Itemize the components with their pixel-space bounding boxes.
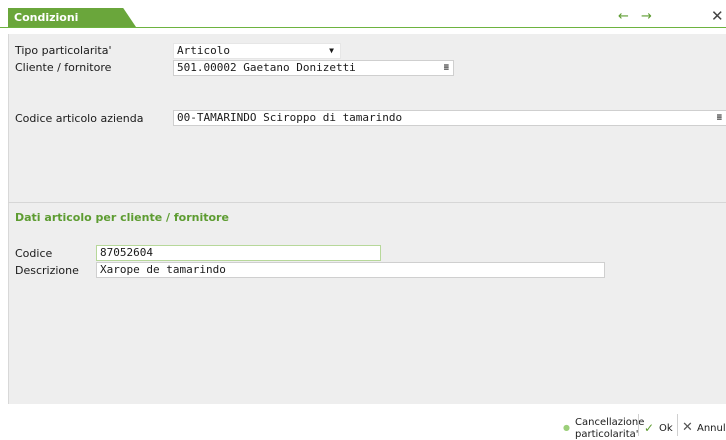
tipo-value: Articolo <box>177 44 230 57</box>
descrizione-value: Xarope de tamarindo <box>100 263 226 276</box>
check-icon: ✓ <box>644 421 655 435</box>
cancellazione-button[interactable]: ● Cancellazione particolarita' <box>560 404 644 440</box>
cliente-field[interactable]: 501.00002 Gaetano Donizetti ≡ <box>173 60 454 76</box>
descrizione-label: Descrizione <box>15 264 79 277</box>
codice-articolo-label: Codice articolo azienda <box>15 112 144 125</box>
tipo-label: Tipo particolarita' <box>15 44 112 57</box>
annulla-button[interactable]: ✕ Annull <box>682 404 726 436</box>
nav-arrows-icon[interactable]: ← → <box>618 9 656 24</box>
footer-toolbar: ● Cancellazione particolarita' ✓ Ok ✕ An… <box>0 404 726 440</box>
annulla-label: Annull <box>697 423 726 434</box>
cancel-line1: Cancellazione <box>575 417 645 428</box>
cancel-line2: particolarita' <box>575 429 639 440</box>
ok-button[interactable]: ✓ Ok <box>643 404 675 436</box>
section-divider <box>8 202 726 203</box>
codice-articolo-field[interactable]: 00-TAMARINDO Sciroppo di tamarindo ≡ <box>173 110 726 126</box>
ok-label: Ok <box>659 423 673 434</box>
codice-label: Codice <box>15 247 53 260</box>
dot-icon: ● <box>563 423 570 432</box>
chevron-down-icon: ▼ <box>329 46 334 55</box>
footer-separator <box>677 414 678 436</box>
window-title: Condizioni particolari <box>8 8 136 27</box>
title-bar: Condizioni particolari ← → ✕ <box>0 8 726 28</box>
cliente-value: 501.00002 Gaetano Donizetti <box>177 61 356 74</box>
conditions-window: Condizioni particolari ← → ✕ Tipo partic… <box>0 0 726 440</box>
close-icon[interactable]: ✕ <box>711 8 724 25</box>
list-icon[interactable]: ≡ <box>717 111 722 125</box>
section-title: Dati articolo per cliente / fornitore <box>15 211 229 224</box>
tipo-select[interactable]: Articolo ▼ <box>173 43 341 59</box>
codice-field[interactable]: 87052604 <box>96 245 381 261</box>
codice-value: 87052604 <box>100 246 153 259</box>
cliente-label: Cliente / fornitore <box>15 61 112 74</box>
footer-separator <box>638 414 639 436</box>
descrizione-field[interactable]: Xarope de tamarindo <box>96 262 605 278</box>
codice-articolo-value: 00-TAMARINDO Sciroppo di tamarindo <box>177 111 403 124</box>
close-icon: ✕ <box>682 420 693 435</box>
list-icon[interactable]: ≡ <box>444 61 449 75</box>
